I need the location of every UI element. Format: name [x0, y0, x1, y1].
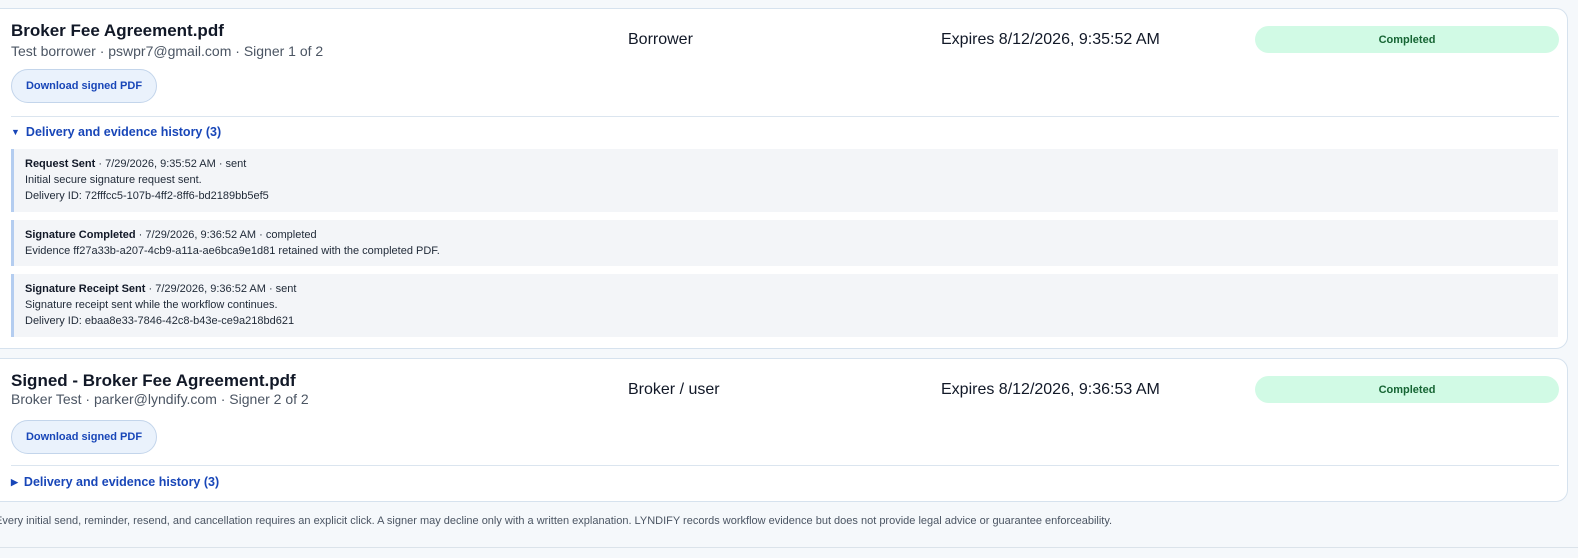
history-toggle[interactable]: ▼ Delivery and evidence history (3): [11, 125, 221, 139]
event-description: Initial secure signature request sent.: [25, 174, 202, 186]
event-meta: · 7/29/2026, 9:36:52 AM · sent: [145, 283, 297, 295]
download-signed-pdf-button[interactable]: Download signed PDF: [11, 420, 157, 454]
signer-details: Test borrower · pswpr7@gmail.com · Signe…: [11, 43, 324, 59]
history-event: Signature Receipt Sent · 7/29/2026, 9:36…: [11, 274, 1558, 337]
event-description: Evidence ff27a33b-a207-4cb9-a11a-ae6bca9…: [25, 245, 440, 257]
history-toggle[interactable]: ▶ Delivery and evidence history (3): [11, 475, 219, 489]
history-toggle-label: Delivery and evidence history (3): [25, 125, 222, 139]
event-delivery-id: Delivery ID: 72fffcc5-107b-4ff2-8ff6-bd2…: [25, 190, 269, 202]
triangle-down-icon: ▼: [11, 126, 20, 137]
expiration-date: Expires 8/12/2026, 9:36:53 AM: [941, 381, 1160, 398]
legal-disclaimer: Every initial send, reminder, resend, an…: [0, 510, 1578, 548]
download-signed-pdf-button[interactable]: Download signed PDF: [11, 69, 157, 103]
history-event: Request Sent · 7/29/2026, 9:35:52 AM · s…: [11, 149, 1558, 212]
event-title: Request Sent: [25, 158, 96, 170]
triangle-right-icon: ▶: [11, 476, 18, 487]
divider: [11, 465, 1559, 466]
status-badge: Completed: [1255, 376, 1559, 403]
signer-details: Broker Test · parker@lyndify.com · Signe…: [11, 391, 309, 407]
signer-card: Broker Fee Agreement.pdf Test borrower ·…: [0, 8, 1568, 349]
disclaimer-text: Every initial send, reminder, resend, an…: [0, 515, 1113, 527]
history-event: Signature Completed · 7/29/2026, 9:36:52…: [11, 220, 1558, 266]
document-title: Signed - Broker Fee Agreement.pdf: [11, 371, 296, 390]
divider: [11, 116, 1559, 117]
signer-role: Borrower: [628, 31, 693, 48]
document-title: Broker Fee Agreement.pdf: [11, 21, 224, 40]
status-badge: Completed: [1255, 26, 1559, 53]
expiration-date: Expires 8/12/2026, 9:35:52 AM: [941, 31, 1160, 48]
signature-status-panel: Broker Fee Agreement.pdf Test borrower ·…: [0, 0, 1578, 558]
signer-role: Broker / user: [628, 381, 720, 398]
history-toggle-label: Delivery and evidence history (3): [23, 475, 220, 489]
event-delivery-id: Delivery ID: ebaa8e33-7846-42c8-b43e-ce9…: [25, 315, 295, 327]
signer-card: Signed - Broker Fee Agreement.pdf Broker…: [0, 358, 1568, 502]
event-meta: · 7/29/2026, 9:35:52 AM · sent: [95, 158, 247, 170]
event-title: Signature Receipt Sent: [25, 283, 146, 295]
event-description: Signature receipt sent while the workflo…: [25, 299, 278, 311]
event-title: Signature Completed: [25, 229, 136, 241]
event-meta: · 7/29/2026, 9:36:52 AM · completed: [135, 229, 317, 241]
